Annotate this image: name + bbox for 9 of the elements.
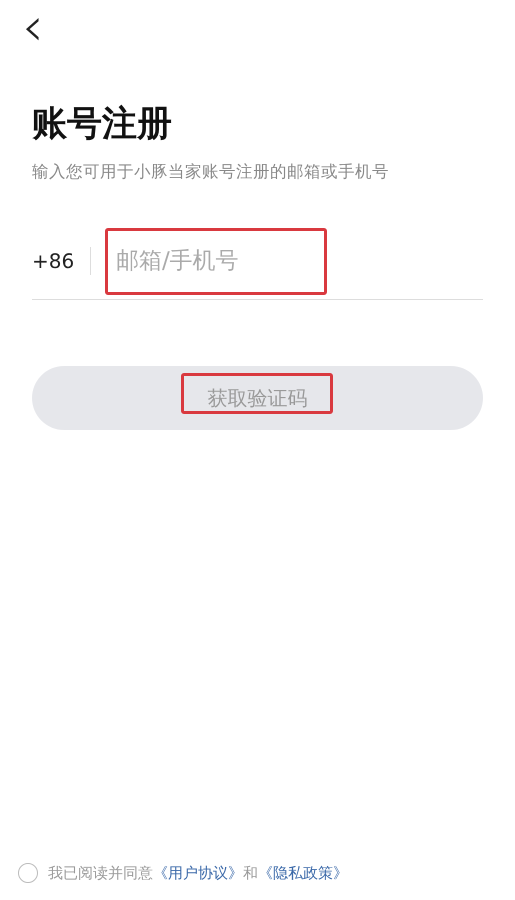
input-field[interactable]: 邮箱/手机号: [105, 228, 327, 294]
subtitle-text: 输入您可用于小豚当家账号注册的邮箱或手机号: [32, 161, 390, 183]
page-title: 账号注册: [32, 103, 173, 146]
back-button[interactable]: ‹: [18, 4, 48, 50]
country-code[interactable]: +86: [32, 249, 90, 273]
agreement-text: 我已阅读并同意《用户协议》和《隐私政策》: [48, 864, 348, 882]
agree-checkbox[interactable]: [18, 863, 38, 883]
agreement-link[interactable]: 《用户协议》: [153, 864, 243, 882]
agreement-link[interactable]: 《隐私政策》: [258, 864, 348, 882]
